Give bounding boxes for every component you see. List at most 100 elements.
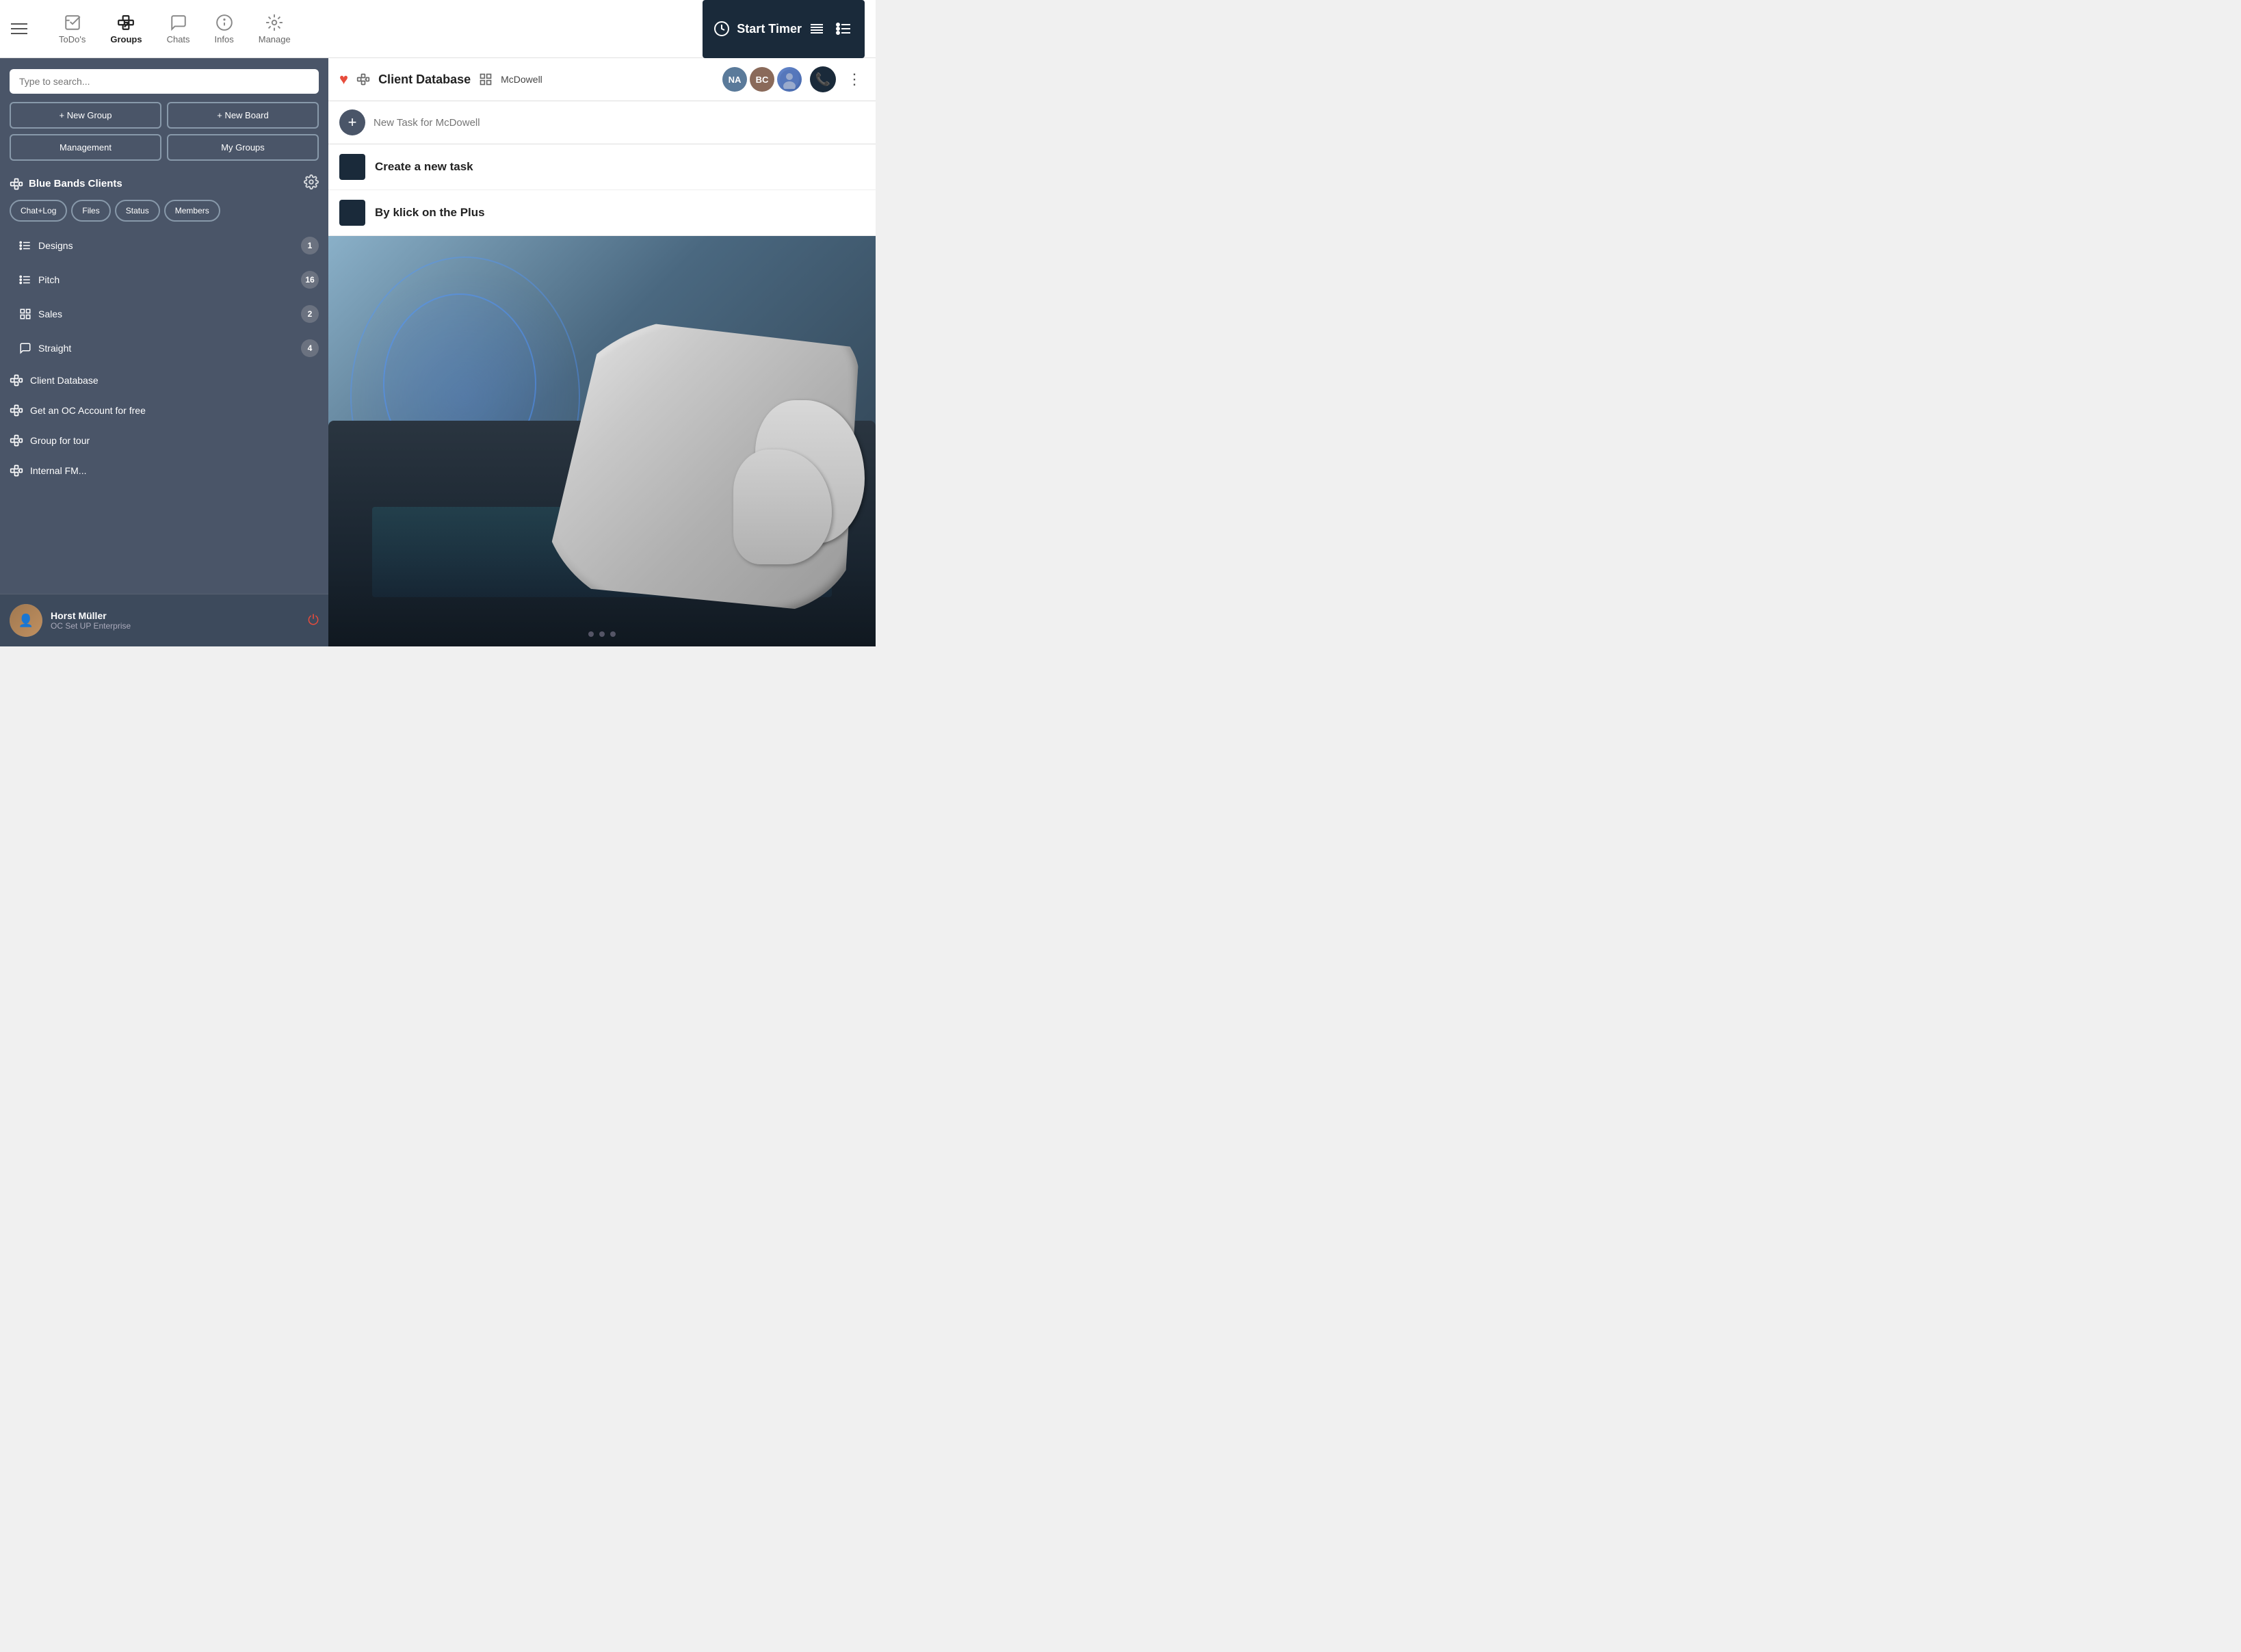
group-icon-header <box>356 73 370 86</box>
list-view-icon[interactable] <box>835 19 854 38</box>
new-group-button[interactable]: + New Group <box>10 102 161 129</box>
nav-right-icons <box>807 19 854 38</box>
hamburger-menu[interactable] <box>11 15 38 42</box>
tab-status[interactable]: Status <box>115 200 160 222</box>
task-label-1: Create a new task <box>375 160 473 174</box>
group-header-title: Blue Bands Clients <box>10 177 122 191</box>
footer-info: Horst Müller OC Set UP Enterprise <box>51 610 300 631</box>
list-label-straight: Straight <box>38 343 71 354</box>
sidebar-buttons: + New Group + New Board Management My Gr… <box>0 102 328 168</box>
more-options-menu[interactable]: ⋮ <box>844 70 865 88</box>
view-toggle-icon[interactable] <box>807 19 826 38</box>
nav-items: ToDo's Groups Chats Infos <box>47 8 703 50</box>
footer-subtitle: OC Set UP Enterprise <box>51 621 300 631</box>
group-link-client-database[interactable]: Client Database <box>0 365 328 395</box>
list-label-sales: Sales <box>38 309 62 319</box>
active-group-name: Blue Bands Clients <box>29 178 122 189</box>
header-avatars: NA BC <box>722 67 802 92</box>
network-icon-tour <box>10 434 23 447</box>
group-label-internal-fm: Internal FM... <box>30 465 86 476</box>
badge-designs: 1 <box>301 237 319 254</box>
avatar-na: NA <box>722 67 747 92</box>
footer-name: Horst Müller <box>51 610 300 621</box>
nav-right: Start Timer <box>703 0 865 58</box>
phone-button[interactable]: 📞 <box>810 66 836 92</box>
avatar-bc: BC <box>750 67 774 92</box>
tab-files[interactable]: Files <box>71 200 110 222</box>
background-scene <box>328 236 876 646</box>
chats-icon <box>170 14 187 31</box>
nav-item-manage[interactable]: Manage <box>246 8 303 50</box>
task-input-field[interactable] <box>374 117 865 129</box>
badge-straight: 4 <box>301 339 319 357</box>
group-link-oc-account[interactable]: Get an OC Account for free <box>0 395 328 425</box>
nav-item-chats[interactable]: Chats <box>155 8 202 50</box>
top-nav: ToDo's Groups Chats Infos <box>0 0 876 58</box>
task-label-2: By klick on the Plus <box>375 206 485 220</box>
todos-icon <box>64 14 81 31</box>
network-icon-internal <box>10 464 23 477</box>
group-label-oc-account: Get an OC Account for free <box>30 405 146 416</box>
main-content: ♥ Client Database McDowell NA BC <box>328 58 876 646</box>
list-item-sales[interactable]: Sales 2 <box>0 297 328 331</box>
nav-item-todos[interactable]: ToDo's <box>47 8 98 50</box>
avatar: 👤 <box>10 604 42 637</box>
list-item-straight[interactable]: Straight 4 <box>0 331 328 365</box>
badge-pitch: 16 <box>301 271 319 289</box>
start-timer-label: Start Timer <box>737 22 802 36</box>
grid-icon-header <box>479 73 493 86</box>
nav-label-chats: Chats <box>167 34 190 44</box>
group-network-icon <box>10 177 23 191</box>
nav-label-manage: Manage <box>259 34 291 44</box>
avatar-img <box>777 67 802 92</box>
grid-icon-sales <box>19 308 31 320</box>
list-item-pitch[interactable]: Pitch 16 <box>0 263 328 297</box>
list-label-pitch: Pitch <box>38 274 60 285</box>
my-groups-button[interactable]: My Groups <box>167 134 319 161</box>
management-button[interactable]: Management <box>10 134 161 161</box>
badge-sales: 2 <box>301 305 319 323</box>
nav-label-groups: Groups <box>110 34 142 44</box>
laptop-dots <box>588 631 616 637</box>
group-link-tour[interactable]: Group for tour <box>0 425 328 456</box>
clock-icon <box>713 21 730 37</box>
sidebar: + New Group + New Board Management My Gr… <box>0 58 328 646</box>
infos-icon <box>215 14 233 31</box>
sidebar-search <box>10 69 319 94</box>
main-layout: + New Group + New Board Management My Gr… <box>0 58 876 646</box>
main-header: ♥ Client Database McDowell NA BC <box>328 58 876 101</box>
task-card-1: Create a new task <box>328 144 876 190</box>
list-icon-designs <box>19 239 31 252</box>
task-checkbox-1[interactable] <box>339 154 365 180</box>
gear-icon[interactable] <box>304 174 319 193</box>
nav-item-infos[interactable]: Infos <box>202 8 246 50</box>
group-header: Blue Bands Clients <box>0 168 328 200</box>
nav-label-todos: ToDo's <box>59 34 86 44</box>
task-card-2: By klick on the Plus <box>328 190 876 236</box>
list-item-designs[interactable]: Designs 1 <box>0 228 328 263</box>
task-checkbox-2[interactable] <box>339 200 365 226</box>
group-label-client-database: Client Database <box>30 375 99 386</box>
start-timer-button[interactable]: Start Timer <box>713 21 802 37</box>
network-icon-oc <box>10 404 23 417</box>
nav-item-groups[interactable]: Groups <box>98 8 154 50</box>
robot-image <box>328 236 876 646</box>
add-task-button[interactable]: + <box>339 109 365 135</box>
list-icon-pitch <box>19 274 31 286</box>
new-board-button[interactable]: + New Board <box>167 102 319 129</box>
header-board-name: McDowell <box>501 74 542 85</box>
nav-label-infos: Infos <box>215 34 234 44</box>
group-tabs: Chat+Log Files Status Members <box>0 200 328 228</box>
group-label-tour: Group for tour <box>30 435 90 446</box>
favorite-icon[interactable]: ♥ <box>339 70 348 88</box>
header-group-name: Client Database <box>378 73 471 87</box>
group-link-internal-fm[interactable]: Internal FM... <box>0 456 328 486</box>
tab-chat-log[interactable]: Chat+Log <box>10 200 67 222</box>
power-icon[interactable]: ⏻ <box>308 613 319 629</box>
search-input[interactable] <box>10 69 319 94</box>
network-icon-client <box>10 373 23 387</box>
tab-members[interactable]: Members <box>164 200 220 222</box>
groups-icon <box>117 14 135 31</box>
sidebar-footer: 👤 Horst Müller OC Set UP Enterprise ⏻ <box>0 594 328 646</box>
avatar-person-icon <box>780 70 799 89</box>
